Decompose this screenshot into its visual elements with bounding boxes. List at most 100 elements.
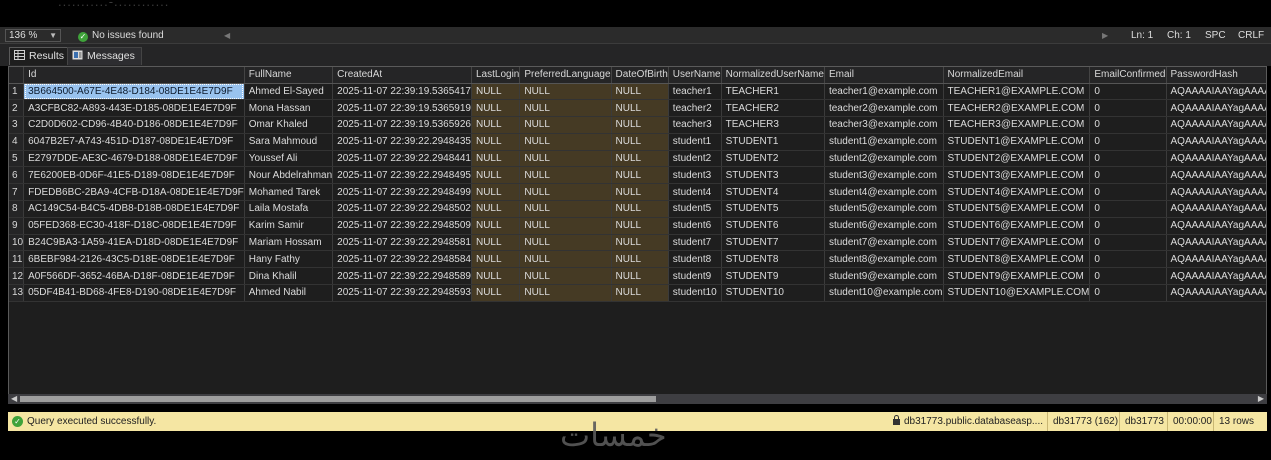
table-cell[interactable]: NULL <box>471 250 521 269</box>
table-cell[interactable]: STUDENT6 <box>721 217 825 235</box>
table-cell[interactable]: NULL <box>611 234 669 252</box>
table-cell[interactable]: NULL <box>611 99 669 118</box>
table-cell[interactable]: student2@example.com <box>824 150 944 168</box>
table-cell[interactable]: C2D0D602-CD96-4B40-D186-08DE1E4E7D9F <box>23 116 245 134</box>
table-cell[interactable]: 0 <box>1089 83 1167 101</box>
table-row[interactable]: 8 AC149C54-B4C5-4DB8-D18B-08DE1E4E7D9F Lai… <box>9 200 1266 218</box>
table-cell[interactable]: 0 <box>1089 267 1167 286</box>
table-cell[interactable]: TEACHER3 <box>721 116 825 134</box>
table-cell[interactable]: NULL <box>471 234 521 252</box>
table-cell[interactable]: student10@example.com <box>824 284 944 302</box>
table-cell[interactable]: STUDENT3@EXAMPLE.COM <box>943 166 1091 185</box>
table-cell[interactable]: 3B664500-A67E-4E48-D184-08DE1E4E7D9F <box>23 83 245 101</box>
column-header[interactable]: PasswordHash <box>1166 67 1266 84</box>
table-cell[interactable]: Youssef Ali <box>244 150 334 168</box>
column-header[interactable]: FullName <box>244 67 334 84</box>
table-cell[interactable]: student10 <box>668 284 722 302</box>
table-cell[interactable]: student3 <box>668 166 722 185</box>
table-cell[interactable]: 2025-11-07 22:39:22.2948435 <box>332 133 472 151</box>
table-cell[interactable]: Sara Mahmoud <box>244 133 334 151</box>
table-cell[interactable]: 2025-11-07 22:39:22.2948441 <box>332 150 472 168</box>
table-cell[interactable]: STUDENT1 <box>721 133 825 151</box>
table-cell[interactable]: 6BEBF984-2126-43C5-D18E-08DE1E4E7D9F <box>23 250 245 269</box>
table-cell[interactable]: 0 <box>1089 284 1167 302</box>
row-number[interactable]: 6 <box>9 166 25 185</box>
table-cell[interactable]: AQAAAAIAAYagAAAAELZ <box>1166 133 1266 151</box>
table-cell[interactable]: STUDENT5@EXAMPLE.COM <box>943 200 1091 218</box>
table-cell[interactable]: NULL <box>471 150 521 168</box>
table-cell[interactable]: NULL <box>611 267 669 286</box>
row-number[interactable]: 9 <box>9 217 25 235</box>
column-header[interactable]: UserName <box>668 67 722 84</box>
table-cell[interactable]: AQAAAAIAAYagAAAAEH4 <box>1166 83 1266 101</box>
table-cell[interactable]: STUDENT7@EXAMPLE.COM <box>943 234 1091 252</box>
table-cell[interactable]: 6047B2E7-A743-451D-D187-08DE1E4E7D9F <box>23 133 245 151</box>
row-number[interactable]: 1 <box>9 83 25 101</box>
table-cell[interactable]: student7 <box>668 234 722 252</box>
table-cell[interactable]: STUDENT9 <box>721 267 825 286</box>
table-cell[interactable]: 7E6200EB-0D6F-41E5-D189-08DE1E4E7D9F <box>23 166 245 185</box>
table-cell[interactable]: student9@example.com <box>824 267 944 286</box>
table-cell[interactable]: AQAAAAIAAYagAAAAEFC <box>1166 234 1266 252</box>
table-cell[interactable]: NULL <box>611 133 669 151</box>
table-cell[interactable]: NULL <box>519 133 612 151</box>
table-row[interactable]: 2 A3CFBC82-A893-443E-D185-08DE1E4E7D9F Mon… <box>9 99 1266 118</box>
whitespace-indicator[interactable]: SPC <box>1205 29 1226 42</box>
table-cell[interactable]: 2025-11-07 22:39:19.5365926 <box>332 116 472 134</box>
table-cell[interactable]: AQAAAAIAAYagAAAAEEk <box>1166 99 1266 118</box>
table-cell[interactable]: NULL <box>519 183 612 202</box>
table-cell[interactable]: 0 <box>1089 150 1167 168</box>
table-cell[interactable]: Hany Fathy <box>244 250 334 269</box>
table-cell[interactable]: AQAAAAIAAYagAAAAEO4 <box>1166 250 1266 269</box>
horizontal-scrollbar[interactable]: ◀ ▶ <box>8 394 1267 404</box>
table-row[interactable]: 5 E2797DDE-AE3C-4679-D188-08DE1E4E7D9F You… <box>9 150 1266 168</box>
results-grid[interactable]: Id FullName CreatedAt LastLogin PreferredLan… <box>8 66 1267 404</box>
row-number[interactable]: 11 <box>9 250 25 269</box>
table-cell[interactable]: Omar Khaled <box>244 116 334 134</box>
row-number[interactable]: 3 <box>9 116 25 134</box>
table-cell[interactable]: NULL <box>519 234 612 252</box>
table-cell[interactable]: 0 <box>1089 99 1167 118</box>
table-cell[interactable]: 0 <box>1089 250 1167 269</box>
table-cell[interactable]: Mona Hassan <box>244 99 334 118</box>
table-cell[interactable]: STUDENT10@EXAMPLE.COM <box>943 284 1091 302</box>
scroll-right-icon[interactable]: ▶ <box>1102 31 1108 40</box>
table-cell[interactable]: NULL <box>471 83 521 101</box>
table-cell[interactable]: student4 <box>668 183 722 202</box>
table-cell[interactable]: NULL <box>611 200 669 218</box>
table-cell[interactable]: 2025-11-07 22:39:22.2948593 <box>332 284 472 302</box>
table-cell[interactable]: teacher1@example.com <box>824 83 944 101</box>
table-row[interactable]: 10 B24C9BA3-1A59-41EA-D18D-08DE1E4E7D9F Ma… <box>9 234 1266 252</box>
table-cell[interactable]: 0 <box>1089 166 1167 185</box>
column-header[interactable]: Id <box>23 67 245 84</box>
table-cell[interactable]: NULL <box>471 284 521 302</box>
row-number[interactable]: 4 <box>9 133 25 151</box>
table-cell[interactable]: 0 <box>1089 217 1167 235</box>
table-cell[interactable]: TEACHER1@EXAMPLE.COM <box>943 83 1091 101</box>
table-cell[interactable]: E2797DDE-AE3C-4679-D188-08DE1E4E7D9F <box>23 150 245 168</box>
table-cell[interactable]: NULL <box>471 200 521 218</box>
table-row[interactable]: 4 6047B2E7-A743-451D-D187-08DE1E4E7D9F Sar… <box>9 133 1266 151</box>
table-cell[interactable]: 2025-11-07 22:39:22.2948495 <box>332 166 472 185</box>
column-header[interactable]: EmailConfirmed <box>1089 67 1167 84</box>
row-number[interactable]: 5 <box>9 150 25 168</box>
table-cell[interactable]: student5 <box>668 200 722 218</box>
table-cell[interactable]: NULL <box>519 217 612 235</box>
table-cell[interactable]: A0F566DF-3652-46BA-D18F-08DE1E4E7D9F <box>23 267 245 286</box>
table-cell[interactable]: 0 <box>1089 116 1167 134</box>
table-cell[interactable]: NULL <box>611 183 669 202</box>
table-cell[interactable]: student5@example.com <box>824 200 944 218</box>
table-cell[interactable]: student9 <box>668 267 722 286</box>
scrollbar-thumb[interactable] <box>20 396 656 402</box>
table-cell[interactable]: 2025-11-07 22:39:19.5365417 <box>332 83 472 101</box>
table-cell[interactable]: 2025-11-07 22:39:22.2948509 <box>332 217 472 235</box>
table-cell[interactable]: STUDENT5 <box>721 200 825 218</box>
table-cell[interactable]: NULL <box>519 267 612 286</box>
table-cell[interactable]: Ahmed El-Sayed <box>244 83 334 101</box>
table-cell[interactable]: NULL <box>611 150 669 168</box>
table-cell[interactable]: student3@example.com <box>824 166 944 185</box>
row-number-header[interactable] <box>9 67 25 84</box>
table-cell[interactable]: NULL <box>471 217 521 235</box>
table-cell[interactable]: AQAAAAIAAYagAAAAEKb <box>1166 284 1266 302</box>
table-cell[interactable]: Nour Abdelrahman <box>244 166 334 185</box>
